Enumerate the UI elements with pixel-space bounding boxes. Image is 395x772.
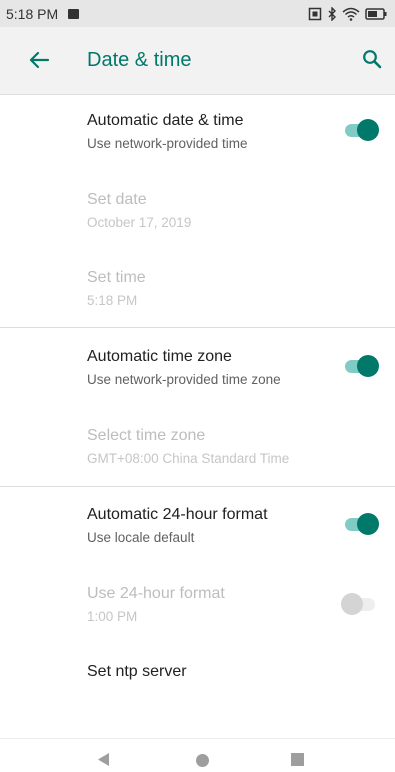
navigation-bar bbox=[0, 738, 395, 772]
vibrate-icon bbox=[308, 7, 322, 20]
setting-automatic-date-time[interactable]: Automatic date & time Use network-provid… bbox=[0, 95, 395, 175]
setting-summary: Use locale default bbox=[87, 530, 195, 545]
setting-title: Set date bbox=[87, 191, 147, 208]
setting-automatic-time-zone[interactable]: Automatic time zone Use network-provided… bbox=[0, 328, 395, 408]
use-24-hour-switch[interactable] bbox=[341, 592, 379, 616]
setting-title: Automatic 24-hour format bbox=[87, 506, 268, 523]
setting-set-time[interactable]: Set time 5:18 PM bbox=[0, 253, 395, 327]
wifi-icon bbox=[342, 7, 360, 21]
setting-title: Select time zone bbox=[87, 427, 206, 444]
setting-summary: Use network-provided time zone bbox=[87, 372, 281, 387]
battery-icon bbox=[365, 7, 387, 20]
setting-use-24-hour[interactable]: Use 24-hour format 1:00 PM bbox=[0, 567, 395, 647]
setting-title: Automatic time zone bbox=[87, 348, 232, 365]
automatic-date-time-switch[interactable] bbox=[341, 118, 379, 142]
setting-select-time-zone[interactable]: Select time zone GMT+08:00 China Standar… bbox=[0, 408, 395, 486]
switch-thumb bbox=[357, 355, 379, 377]
switch-thumb bbox=[357, 119, 379, 141]
nav-back-icon[interactable] bbox=[97, 752, 110, 767]
nav-recents-icon[interactable] bbox=[291, 753, 304, 766]
setting-title: Automatic date & time bbox=[87, 112, 244, 129]
search-icon[interactable] bbox=[362, 49, 382, 69]
status-time: 5:18 PM bbox=[6, 5, 59, 22]
notification-icon bbox=[68, 8, 80, 19]
setting-summary: October 17, 2019 bbox=[87, 215, 192, 230]
setting-title: Set time bbox=[87, 269, 146, 286]
bluetooth-icon bbox=[328, 6, 336, 21]
setting-title: Use 24-hour format bbox=[87, 585, 225, 602]
nav-home-icon[interactable] bbox=[196, 754, 209, 767]
automatic-time-zone-switch[interactable] bbox=[341, 354, 379, 378]
setting-summary: 1:00 PM bbox=[87, 609, 138, 624]
status-bar: 5:18 PM bbox=[0, 0, 395, 27]
app-bar: Date & time bbox=[0, 27, 395, 95]
setting-automatic-24-hour[interactable]: Automatic 24-hour format Use locale defa… bbox=[0, 487, 395, 567]
automatic-24-hour-switch[interactable] bbox=[341, 512, 379, 536]
setting-set-date[interactable]: Set date October 17, 2019 bbox=[0, 175, 395, 253]
switch-thumb bbox=[341, 593, 363, 615]
status-icons bbox=[308, 6, 387, 21]
switch-thumb bbox=[357, 513, 379, 535]
setting-summary: Use network-provided time bbox=[87, 136, 248, 151]
back-arrow-icon[interactable] bbox=[28, 49, 50, 71]
setting-title: Set ntp server bbox=[87, 663, 187, 680]
setting-set-ntp-server[interactable]: Set ntp server bbox=[0, 647, 395, 699]
setting-summary: GMT+08:00 China Standard Time bbox=[87, 451, 290, 466]
setting-summary: 5:18 PM bbox=[87, 293, 138, 308]
page-title: Date & time bbox=[87, 49, 192, 71]
